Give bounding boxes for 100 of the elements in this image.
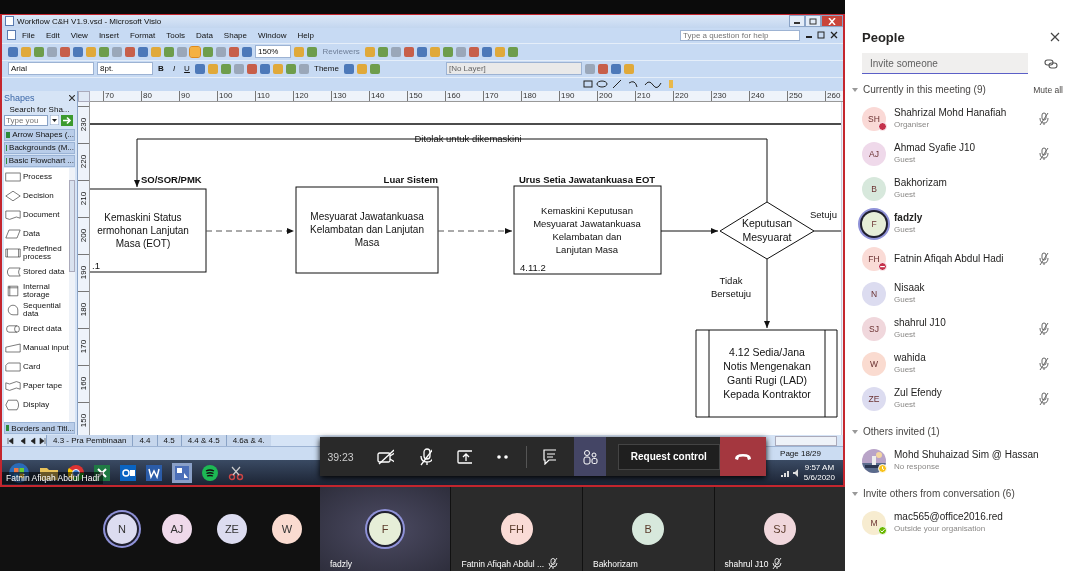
section-heading[interactable]: Currently in this meeting (9) xyxy=(863,84,986,95)
participant-row[interactable]: SH Shahrizal Mohd Hanafiah Organiser xyxy=(862,101,1080,136)
toolbar-icon[interactable] xyxy=(47,46,57,57)
participant-row[interactable]: B Bakhorizam Guest xyxy=(862,171,1080,206)
chat-icon[interactable] xyxy=(543,448,557,465)
italic-button[interactable]: I xyxy=(169,64,179,74)
participant-row[interactable]: M mac565@office2016.red Outside your organisation xyxy=(862,505,1080,540)
flowchart-master[interactable]: Card xyxy=(4,357,69,377)
toolbar-icon[interactable] xyxy=(390,46,401,57)
menu-item[interactable]: Data xyxy=(190,30,218,40)
toolbar-icon[interactable] xyxy=(242,46,252,57)
toolbar-icon[interactable] xyxy=(356,63,367,74)
underline-button[interactable]: U xyxy=(182,64,192,74)
participant-row[interactable]: SJ shahrul J10 Guest xyxy=(862,311,1080,346)
zoom-dropdown[interactable]: 150% xyxy=(255,45,292,59)
stencil-tab[interactable]: Backgrounds (M... xyxy=(4,141,75,154)
toolbar-icon[interactable] xyxy=(610,63,621,74)
flowchart-master[interactable]: Sequential data xyxy=(4,300,69,320)
toolbar-icon[interactable] xyxy=(584,63,595,74)
participant-row[interactable]: N Nisaak Guest xyxy=(862,276,1080,311)
menu-item[interactable]: Edit xyxy=(40,30,65,40)
toolbar-icon[interactable] xyxy=(377,46,388,57)
participant-row[interactable]: AJ Ahmad Syafie J10 Guest xyxy=(862,136,1080,171)
toolbar-icon[interactable] xyxy=(429,46,440,57)
help-search-field[interactable]: Type a question for help xyxy=(680,29,800,41)
toolbar-icon[interactable] xyxy=(8,46,18,57)
toolbar-icon[interactable] xyxy=(597,63,608,74)
section-heading[interactable]: Invite others from conversation (6) xyxy=(863,488,1015,499)
toolbar-icon[interactable] xyxy=(299,63,309,74)
font-dropdown[interactable]: Arial xyxy=(8,62,94,76)
music-app-icon[interactable] xyxy=(202,464,218,481)
flowchart-master[interactable]: Process xyxy=(4,167,69,187)
toolbar-icon[interactable] xyxy=(343,63,354,74)
close-button[interactable] xyxy=(821,15,843,28)
toolbar-icon[interactable] xyxy=(34,46,44,57)
sheet-navigation-icon[interactable] xyxy=(6,436,46,445)
minimize-button[interactable] xyxy=(789,15,805,28)
toolbar-icon[interactable] xyxy=(86,46,96,57)
toolbar-icon[interactable] xyxy=(125,46,135,57)
collapse-caret-icon[interactable] xyxy=(852,87,858,92)
start-button-icon[interactable] xyxy=(8,461,30,484)
toolbar-icon[interactable] xyxy=(416,46,427,57)
toolbar-icon[interactable] xyxy=(369,63,380,74)
close-icon[interactable] xyxy=(69,95,75,102)
participant-tile[interactable]: B Bakhorizam xyxy=(581,487,714,571)
scissors-icon[interactable] xyxy=(228,464,244,481)
toolbar-icon[interactable] xyxy=(112,46,122,57)
toolbar-icon[interactable] xyxy=(234,63,244,74)
participant-avatar[interactable]: W xyxy=(271,514,302,544)
flowchart-master[interactable]: Direct data xyxy=(4,319,69,339)
toolbar-icon[interactable] xyxy=(623,63,634,74)
participant-tile[interactable]: SJ shahrul J10 xyxy=(713,487,846,571)
scrollbar[interactable] xyxy=(841,101,843,436)
toolbar-icon[interactable] xyxy=(442,46,453,57)
font-size-dropdown[interactable]: 8pt. xyxy=(97,62,153,76)
diagram-app-icon[interactable] xyxy=(172,462,192,483)
menu-item[interactable]: Help xyxy=(292,30,319,40)
toolbar-icon[interactable] xyxy=(164,46,174,57)
participants-button[interactable] xyxy=(574,437,606,476)
flowchart-master[interactable]: Manual input xyxy=(4,338,69,358)
theme-button[interactable]: Theme xyxy=(312,64,341,74)
flowchart-master[interactable]: Internal storage xyxy=(4,281,69,301)
sheet-tab[interactable]: 4.5 xyxy=(156,435,181,447)
help-icon[interactable] xyxy=(294,46,305,57)
participant-tile[interactable]: FH Fatnin Afiqah Abdul ... xyxy=(450,487,582,571)
request-control-button[interactable]: Request control xyxy=(617,443,720,470)
layer-dropdown[interactable]: [No Layer] xyxy=(445,62,582,76)
dropdown-caret-icon[interactable] xyxy=(50,115,59,126)
toolbar-icon[interactable] xyxy=(195,63,205,74)
section-heading[interactable]: Others invited (1) xyxy=(863,426,940,437)
menu-item[interactable]: Insert xyxy=(93,30,124,40)
flowchart-master[interactable]: Stored data xyxy=(4,262,69,282)
share-screen-icon[interactable] xyxy=(456,448,472,465)
toolbar-icon[interactable] xyxy=(151,46,161,57)
toolbar-icon[interactable] xyxy=(403,46,414,57)
mute-all-button[interactable]: Mute all xyxy=(1033,84,1063,95)
toolbar-icon[interactable] xyxy=(203,46,213,57)
participant-avatar[interactable]: AJ xyxy=(161,514,192,544)
scrollbar[interactable] xyxy=(69,167,75,423)
toolbar-icon[interactable] xyxy=(216,46,226,57)
stencil-tab[interactable]: Basic Flowchart ... xyxy=(4,154,75,167)
microphone-off-icon[interactable] xyxy=(418,447,432,466)
go-arrow-icon[interactable] xyxy=(61,114,73,126)
participant-row[interactable]: ZE Zul Efendy Guest xyxy=(862,381,1080,416)
toolbar-icon[interactable] xyxy=(481,46,492,57)
flowchart-master[interactable]: Paper tape xyxy=(4,376,69,396)
search-field[interactable]: Type you xyxy=(4,114,48,126)
toolbar-icon[interactable] xyxy=(208,63,218,74)
stencil-tab[interactable]: Arrow Shapes (... xyxy=(4,128,75,141)
participant-avatar[interactable]: N xyxy=(106,514,137,544)
toolbar-icon[interactable] xyxy=(307,46,318,57)
document-app-icon[interactable] xyxy=(146,464,162,481)
collapse-caret-icon[interactable] xyxy=(852,491,858,496)
toolbar-icon[interactable] xyxy=(177,46,187,57)
toolbar-icon[interactable] xyxy=(247,63,257,74)
toolbar-icon[interactable] xyxy=(21,46,31,57)
menu-item[interactable]: Window xyxy=(253,30,292,40)
menu-item[interactable]: View xyxy=(65,30,93,40)
toolbar-icon[interactable] xyxy=(73,46,83,57)
hang-up-button[interactable] xyxy=(719,437,766,476)
